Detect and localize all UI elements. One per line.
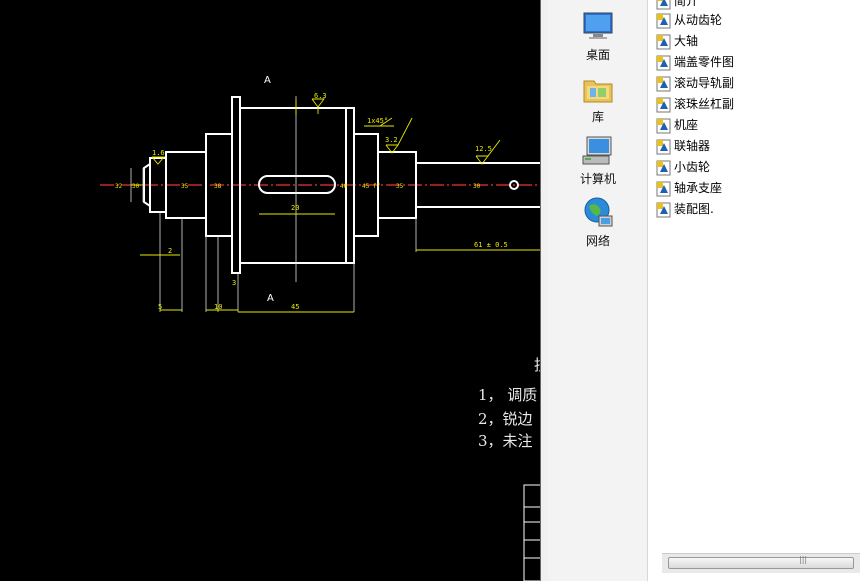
dim-10: 10 [214,303,222,311]
file-item[interactable]: 从动齿轮 [656,10,722,30]
file-item[interactable]: 机座 [656,115,698,135]
autocad-file-icon [656,160,672,176]
desktop-icon [581,10,615,44]
file-name: 端盖零件图 [674,55,735,69]
file-item[interactable]: 小齿轮 [656,157,710,177]
section-label-top: A [264,75,271,86]
file-name: 装配图. [674,202,714,216]
file-item[interactable]: 滚珠丝杠副 [656,94,734,114]
autocad-file-icon [656,97,672,113]
roughness-1-6: 1.6 [152,149,165,157]
dim-mark: 30 [473,183,481,190]
window-splitter[interactable] [540,0,548,581]
file-item[interactable]: 轴承支座 [656,178,722,198]
library-icon [581,72,615,106]
file-name: 简介 [674,0,699,8]
shaft-drawing: 32 30 35 38 40 45 f7 35 30 6.3 1x45° 3.2… [100,75,540,581]
roughness-6-3: 6.3 [314,92,327,100]
file-item[interactable]: 联轴器 [656,136,710,156]
dim-2: 2 [168,247,172,255]
dim-61: 61 ± 0.5 [474,241,508,249]
nav-item-network[interactable]: 网络 [548,196,648,249]
autocad-file-icon [656,55,672,71]
chamfer-1x45: 1x45° [367,117,388,125]
file-list-pane: 简介 从动齿轮 大轴 端盖零件图 滚动导轨副 滚珠丝杠副 机座 联轴器 小齿轮 … [648,0,860,581]
file-name: 大轴 [674,34,699,48]
dimension-lines [131,98,540,313]
file-name: 滚珠丝杠副 [674,97,735,111]
dim-mark: 40 [340,183,348,190]
tech-note-1: 1， 调质 [478,386,538,404]
tech-note-3: 3，未注 [478,432,533,450]
cad-drawing-canvas[interactable]: 32 30 35 38 40 45 f7 35 30 6.3 1x45° 3.2… [0,0,549,581]
dim-mark: 30 [132,183,140,190]
tech-note-2: 2，锐边 [478,410,533,428]
extension-lines [130,96,417,312]
file-name: 小齿轮 [674,160,711,174]
autocad-file-icon [656,139,672,155]
scrollbar-grip-icon: ||| [799,555,808,564]
nav-item-computer[interactable]: 计算机 [548,134,648,187]
file-name: 轴承支座 [674,181,723,195]
file-name: 机座 [674,118,699,132]
nav-item-label: 网络 [585,234,610,248]
dim-mark: 38 [214,183,222,190]
file-item[interactable]: 端盖零件图 [656,52,734,72]
dim-mark: 32 [115,183,123,190]
dim-45: 45 [291,303,299,311]
autocad-file-icon [656,13,672,29]
network-globe-icon [581,196,615,230]
nav-item-library[interactable]: 库 [548,72,648,125]
dim-mark: 35 [396,183,404,190]
file-item[interactable]: 大轴 [656,31,698,51]
nav-item-label: 计算机 [579,172,616,186]
file-item[interactable]: 滚动导轨副 [656,73,734,93]
file-item[interactable]: 装配图. [656,199,714,219]
nav-item-label: 桌面 [585,48,610,62]
navigation-pane: 桌面 库 计算机 网络 [548,0,648,581]
computer-icon [581,134,615,168]
autocad-file-icon [656,76,672,92]
autocad-file-icon [656,202,672,218]
roughness-12-5: 12.5 [475,145,492,153]
section-label-bottom: A [267,293,274,304]
roughness-3-2: 3.2 [385,136,398,144]
nav-item-desktop[interactable]: 桌面 [548,10,648,63]
dim-mark: 35 [181,183,189,190]
autocad-file-icon [656,118,672,134]
title-block [523,484,540,581]
dim-mark: 45 f7 [362,183,380,190]
file-name: 从动齿轮 [674,13,723,27]
file-name: 滚动导轨副 [674,76,735,90]
dim-5: 5 [158,303,162,311]
autocad-file-icon [656,34,672,50]
dim-20: 20 [291,204,299,212]
horizontal-scrollbar[interactable]: ||| [662,553,860,573]
scrollbar-thumb[interactable]: ||| [668,555,854,569]
file-name: 联轴器 [674,139,711,153]
autocad-file-icon [656,0,672,10]
autocad-file-icon [656,181,672,197]
dim-3: 3 [232,279,236,287]
nav-item-label: 库 [591,110,604,124]
